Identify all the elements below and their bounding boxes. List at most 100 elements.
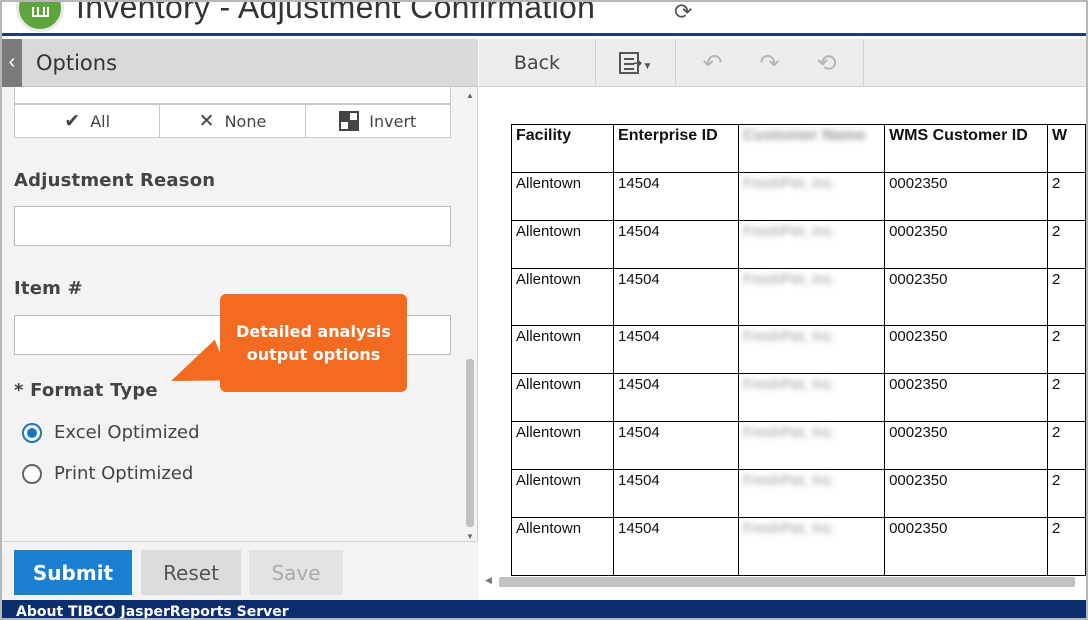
app-header: Inventory - Adjustment Confirmation ⟳ [2,2,1086,36]
scroll-up-arrow-icon[interactable]: ▲ [466,91,474,100]
table-cell: Allentown [510,325,615,374]
select-none-button[interactable]: ✕ None [160,105,306,137]
table-cell: 0002350 [884,517,1048,576]
table-cell: 14504 [613,421,739,470]
table-cell: FreshPet, Inc. [737,469,886,518]
refresh-icon[interactable]: ⟳ [674,2,700,24]
undo-all-icon[interactable]: ⟲ [816,49,836,78]
invert-selection-button[interactable]: Invert [306,105,450,137]
callout-line-1: Detailed analysis [236,322,391,341]
table-cell: 0002350 [884,373,1048,422]
table-cell: 14504 [613,373,739,422]
select-all-button[interactable]: ✔ All [15,105,161,137]
table-cell: Allentown [510,220,615,269]
table-cell: 14504 [613,469,739,518]
table-cell: Allentown [510,517,615,576]
history-controls: ↶ ↷ ⟲ [676,39,864,87]
table-cell: 2 [1046,421,1086,470]
print-optimized-option[interactable]: Print Optimized [22,463,193,484]
table-cell: 2 [1046,325,1086,374]
report-canvas[interactable]: Facility Enterprise ID Customer Name WMS… [479,87,1086,600]
reset-button[interactable]: Reset [141,550,241,595]
table-cell: FreshPet, Inc. [737,517,886,576]
table-cell: FreshPet, Inc. [737,268,886,326]
excel-optimized-option[interactable]: Excel Optimized [22,422,200,443]
viewer-toolbar: Back ▼ ↶ ↷ ⟲ [479,39,1086,87]
about-link[interactable]: About TIBCO JasperReports Server [16,604,289,618]
table-cell: FreshPet, Inc. [737,220,886,269]
invert-label: Invert [369,111,417,131]
table-cell: 2 [1046,268,1086,326]
table-cell: 2 [1046,469,1086,518]
excel-optimized-label: Excel Optimized [54,422,200,443]
inventory-app-icon [16,2,64,32]
table-cell: 2 [1046,373,1086,422]
adjustment-reason-label: Adjustment Reason [14,170,216,191]
annotation-callout: Detailed analysis output options [220,294,407,392]
redo-icon[interactable]: ↷ [759,49,779,78]
table-header-row: Facility Enterprise ID Customer Name WMS… [510,124,1086,173]
table-cell: 14504 [613,517,739,576]
table-cell: 0002350 [884,469,1048,518]
scrollbar-thumb[interactable] [466,359,474,527]
table-cell: FreshPet, Inc. [737,421,886,470]
table-cell: Allentown [510,373,615,422]
table-cell: Allentown [510,469,615,518]
collapse-panel-button[interactable]: ‹ [2,39,22,87]
export-icon [618,52,643,74]
report-horizontal-scrollbar[interactable]: ◀ [485,575,1081,589]
select-buttons-group: ✔ All ✕ None Invert [14,104,451,138]
save-button[interactable]: Save [249,550,343,595]
item-number-label: Item # [14,278,83,299]
callout-line-2: output options [246,345,381,364]
table-cell: Allentown [510,268,615,326]
table-cell: 14504 [613,220,739,269]
app-window: Inventory - Adjustment Confirmation ⟳ ‹ … [0,0,1088,620]
column-header-facility: Facility [510,124,615,173]
excel-optimized-radio[interactable] [22,422,42,443]
report-viewer: Back ▼ ↶ ↷ ⟲ Facility Enterprise ID Cust… [479,39,1086,600]
table-cell: Allentown [510,421,615,470]
scroll-down-arrow-icon[interactable]: ▼ [466,532,474,541]
submit-button[interactable]: Submit [14,550,132,595]
horizontal-scrollbar-thumb[interactable] [499,577,1075,587]
format-type-label: * Format Type [14,380,158,401]
table-cell: 0002350 [884,172,1048,221]
app-footer: About TIBCO JasperReports Server [2,600,1086,618]
options-scrollbar[interactable]: ▲ ▼ [464,87,476,541]
table-cell: FreshPet, Inc. [737,325,886,374]
print-optimized-radio[interactable] [22,463,42,484]
table-cell: 14504 [613,172,739,221]
table-row: Allentown 14504 FreshPet, Inc. 0002350 2 [510,421,1086,470]
select-none-label: None [224,111,267,131]
table-row: Allentown 14504 FreshPet, Inc. 0002350 2 [510,268,1086,326]
column-header-enterprise-id: Enterprise ID [613,124,739,173]
table-row: Allentown 14504 FreshPet, Inc. 0002350 2 [510,469,1086,518]
table-cell: 0002350 [884,220,1048,269]
report-table: Facility Enterprise ID Customer Name WMS… [510,124,1086,576]
export-button[interactable]: ▼ [596,39,676,87]
scroll-left-arrow-icon[interactable]: ◀ [485,575,492,586]
options-title: Options [36,51,118,75]
table-cell: FreshPet, Inc. [737,172,886,221]
print-optimized-label: Print Optimized [54,463,194,484]
invert-icon [339,111,360,131]
multi-select-list[interactable] [14,87,451,104]
column-header-wms-customer-id: WMS Customer ID [884,124,1048,173]
adjustment-reason-input[interactable] [14,206,451,246]
table-row: Allentown 14504 FreshPet, Inc. 0002350 2 [510,373,1086,422]
table-row: Allentown 14504 FreshPet, Inc. 0002350 2 [510,172,1086,221]
column-header-customer-name: Customer Name [737,124,886,173]
undo-icon[interactable]: ↶ [702,49,722,78]
select-all-label: All [90,111,111,131]
table-row: Allentown 14504 FreshPet, Inc. 0002350 2 [510,220,1086,269]
column-header-truncated: W [1046,124,1086,173]
table-cell: 2 [1046,517,1086,576]
chevron-down-icon: ▼ [642,60,653,72]
table-cell: 14504 [613,268,739,326]
table-row: Allentown 14504 FreshPet, Inc. 0002350 2 [510,517,1086,576]
table-cell: 0002350 [884,421,1048,470]
table-cell: FreshPet, Inc. [737,373,886,422]
close-icon: ✕ [198,110,215,132]
back-button[interactable]: Back [479,39,596,87]
